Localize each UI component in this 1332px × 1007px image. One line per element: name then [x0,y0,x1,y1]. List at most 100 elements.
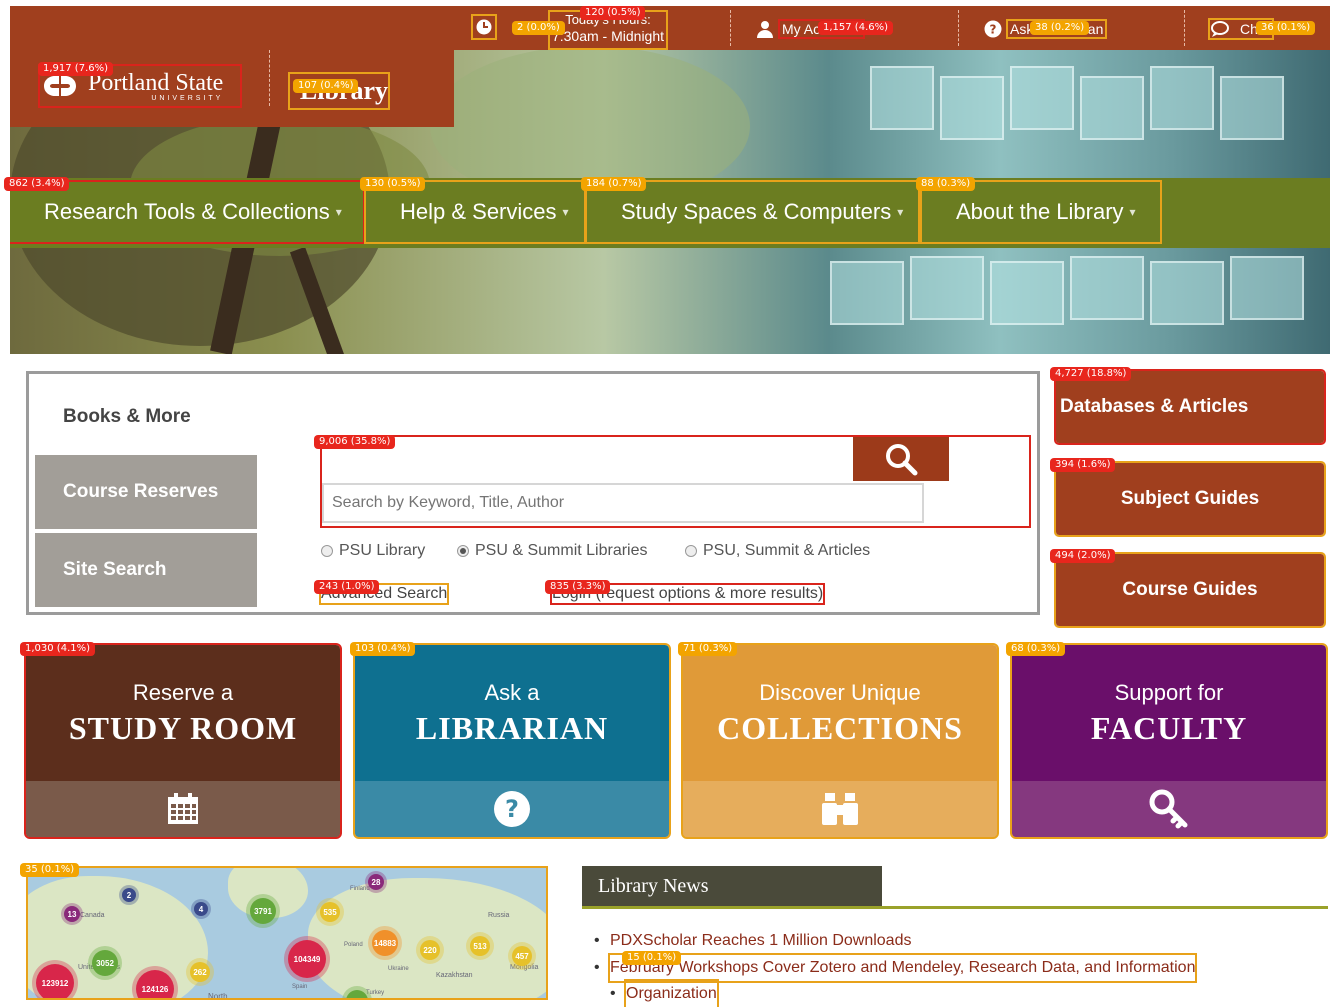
radio-button[interactable] [457,545,469,557]
tile-collections[interactable]: Discover Unique COLLECTIONS [681,643,999,839]
divider [269,50,271,106]
chevron-down-icon: ▾ [897,205,904,219]
hours-link[interactable] [471,14,497,40]
click-badge: 9,006 (35.8%) [314,435,396,449]
click-badge: 35 (0.1%) [20,863,80,877]
scope-psu-summit[interactable]: PSU & Summit Libraries [457,542,648,560]
map-cluster[interactable]: 123912 [36,964,74,998]
building-window [830,261,904,325]
map-cluster[interactable]: 13 [64,906,80,922]
click-badge: 835 (3.3%) [545,580,611,594]
click-badge: 120 (0.5%) [580,6,646,20]
click-badge: 1,917 (7.6%) [38,62,114,76]
nav-study-spaces[interactable]: Study Spaces & Computers ▾ [585,180,920,244]
button-label: Course Guides [1122,579,1258,600]
news-link[interactable]: February Workshops Cover Zotero and Mend… [594,953,1198,983]
news-link-continued[interactable]: Organization [610,979,719,1007]
tab-site-search[interactable]: Site Search [35,533,257,607]
databases-articles-button[interactable]: Databases & Articles [1054,369,1326,445]
map-cluster[interactable]: 124126 [136,970,174,998]
map-cluster[interactable]: 513 [470,936,490,956]
click-badge: 1,030 (4.1%) [20,642,96,656]
tile-heading: Discover Unique COLLECTIONS [683,645,997,781]
map-cluster[interactable]: 457 [512,946,532,966]
building-window [990,261,1064,325]
button-label: Subject Guides [1120,488,1260,509]
click-badge: 38 (0.2%) [1030,21,1090,35]
clock-icon[interactable] [471,14,497,40]
click-badge: 494 (2.0%) [1050,549,1116,563]
click-badge: 130 (0.5%) [360,177,426,191]
building-window [1220,76,1284,140]
building-window [1150,66,1214,130]
map-cluster[interactable]: 220 [420,940,440,960]
click-badge: 243 (1.0%) [314,580,380,594]
help-circle-icon: ? [984,20,1002,38]
radio-label: PSU Library [339,542,426,559]
tab-label: Course Reserves [63,481,219,502]
map-cluster[interactable]: 14883 [372,930,398,956]
nav-research-tools[interactable]: Research Tools & Collections ▾ [10,180,365,244]
search-input[interactable] [322,483,924,523]
click-badge: 103 (0.4%) [350,642,416,656]
click-badge: 71 (0.3%) [678,642,738,656]
nav-help-services[interactable]: Help & Services ▾ [364,180,586,244]
map-cluster[interactable]: 262 [190,962,210,982]
search-panel: Books & More Course Reserves Site Search… [26,371,1040,615]
tab-books-more[interactable]: Books & More [35,380,257,454]
map-cluster[interactable]: 535 [320,902,340,922]
tile-ask-librarian[interactable]: Ask a LIBRARIAN ? [353,643,671,839]
divider [1184,10,1186,46]
map-label: Turkey [366,990,385,996]
map-cluster[interactable]: 3791 [250,898,276,924]
hours-value: 7:30am - Midnight [551,28,665,44]
tile-study-room[interactable]: Reserve a STUDY ROOM [24,643,342,839]
radio-button[interactable] [685,545,697,557]
scope-psu-library[interactable]: PSU Library [321,542,425,560]
click-badge: 107 (0.4%) [293,79,359,93]
map-cluster[interactable]: 104349 [288,940,326,978]
library-news-heading: Library News [582,866,882,906]
divider [958,10,960,46]
building-window [1010,66,1074,130]
click-badge: 15 (0.1%) [622,951,682,965]
building-window [870,66,934,130]
course-guides-button[interactable]: Course Guides [1054,552,1326,628]
map-label: Spain [292,984,308,990]
search-button[interactable] [853,437,949,481]
map-label: North [208,992,228,1000]
hero-banner: Today's Hours: 7:30am - Midnight My Acco… [10,6,1330,354]
calendar-icon [168,793,198,824]
map-label: Poland [344,942,363,948]
tab-course-reserves[interactable]: Course Reserves [35,455,257,529]
building-window [910,256,984,320]
building-window [1080,76,1144,140]
button-label: Databases & Articles [1060,396,1249,417]
scope-psu-summit-articles[interactable]: PSU, Summit & Articles [685,542,870,560]
subject-guides-button[interactable]: Subject Guides [1054,461,1326,537]
map-cluster[interactable]: 28 [368,874,384,890]
map-cluster[interactable]: 2 [122,888,136,902]
building-window [940,76,1004,140]
click-badge: 4,727 (18.8%) [1050,367,1132,381]
tile-faculty[interactable]: Support for FACULTY [1010,643,1328,839]
svg-text:?: ? [505,795,519,823]
radio-label: PSU, Summit & Articles [703,542,871,559]
question-icon: ? [494,791,530,827]
click-badge: 88 (0.3%) [916,177,976,191]
radio-button[interactable] [321,545,333,557]
nav-about[interactable]: About the Library ▾ [920,180,1162,244]
tile-heading: Ask a LIBRARIAN [355,645,669,781]
svg-text:?: ? [990,23,997,37]
click-badge: 36 (0.1%) [1256,21,1316,35]
usage-world-map[interactable]: Canada United States North Russia Kazakh… [26,866,548,1000]
click-badge: 1,157 (4.6%) [818,21,894,35]
chat-bubble-icon [1211,21,1229,37]
tile-big-text: COLLECTIONS [717,709,963,746]
map-cluster[interactable]: 3052 [92,950,118,976]
tile-big-text: FACULTY [1090,709,1248,746]
nav-label: About the Library [956,199,1124,224]
map-cluster[interactable]: 4 [194,902,208,916]
building-window [1150,261,1224,325]
map-label: Ukraine [388,966,409,972]
